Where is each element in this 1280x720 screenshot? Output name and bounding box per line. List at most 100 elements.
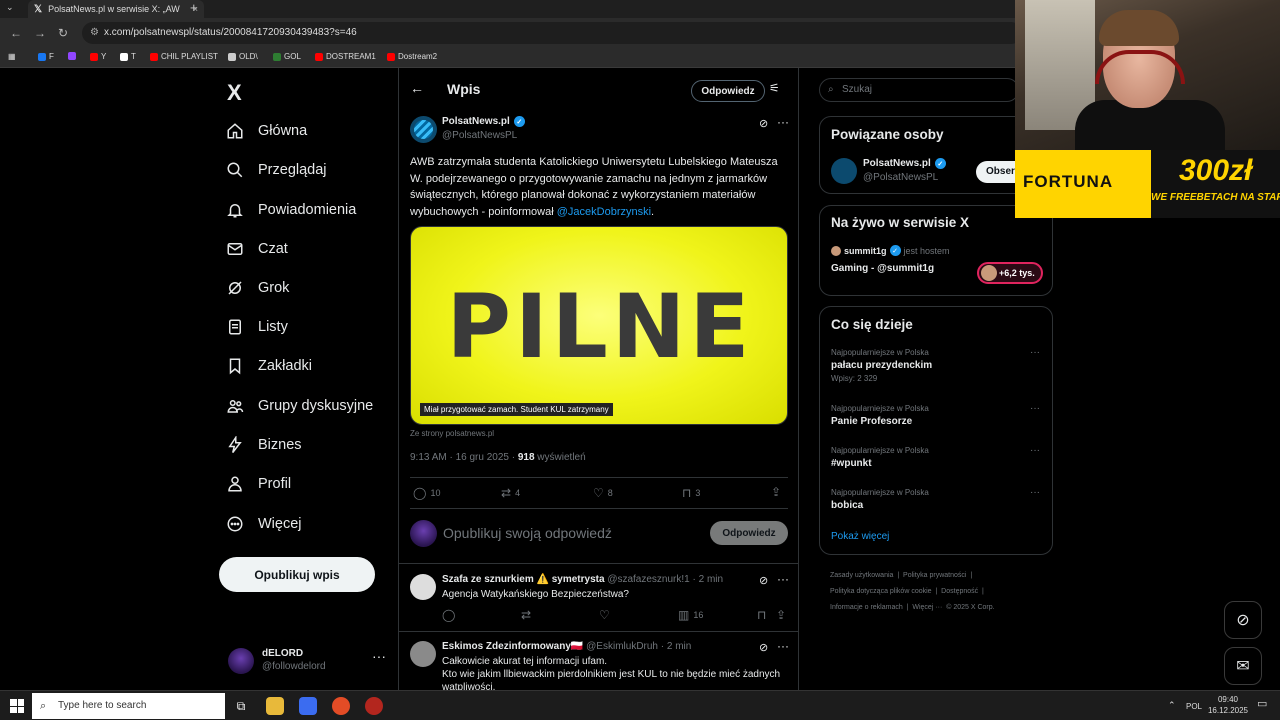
nav-business[interactable]: Biznes — [226, 430, 302, 460]
bookmark-item[interactable]: GOL — [273, 52, 301, 61]
search-input[interactable]: ⌕ Szukaj — [819, 78, 1019, 102]
more-dots-icon[interactable]: ··· — [372, 648, 386, 664]
footer-link[interactable]: Zasady użytkowania — [830, 572, 893, 579]
reply-author[interactable]: Eskimos Zdezinformowany🇵🇱 @EskimlukDruh … — [442, 641, 691, 652]
bookmark-item[interactable]: Y — [90, 52, 106, 61]
account-switcher[interactable]: dELORD @followdelord ··· — [228, 646, 388, 680]
nav-bookmarks[interactable]: Zakładki — [226, 351, 312, 381]
bookmark-item[interactable]: T — [120, 52, 136, 61]
more-dots-icon[interactable]: ··· — [1030, 347, 1040, 358]
more-dots-icon[interactable]: ··· — [777, 572, 789, 586]
post-button[interactable]: Opublikuj wpis — [219, 557, 375, 592]
x-logo-icon[interactable]: X — [227, 80, 242, 106]
bookmark-action[interactable]: ⊓ — [757, 608, 766, 622]
file-explorer-icon[interactable] — [266, 697, 284, 715]
author-avatar[interactable] — [410, 116, 437, 143]
related-handle[interactable]: @PolsatNewsPL — [863, 172, 938, 183]
views-action[interactable]: ▥ 16 — [678, 608, 703, 622]
clock[interactable]: 09:40 16.12.2025 — [1206, 694, 1250, 716]
reply-button[interactable]: Odpowiedz — [691, 80, 765, 102]
share-action[interactable]: ⇪ — [771, 485, 781, 499]
like-action[interactable]: ♡ 8 — [593, 486, 613, 500]
more-dots-icon[interactable]: ··· — [777, 115, 789, 129]
trend-item[interactable]: Najpopularniejsze w Polska Panie Profeso… — [831, 404, 929, 427]
bookmark-item[interactable]: DOSTREAM1 — [315, 52, 376, 61]
app-icon[interactable] — [299, 697, 317, 715]
reply-action[interactable]: ◯ 10 — [413, 486, 440, 500]
live-listeners-badge[interactable]: +6,2 tys. — [977, 262, 1043, 284]
forward-icon[interactable]: → — [34, 26, 46, 40]
chrome-icon[interactable] — [332, 697, 350, 715]
apps-icon[interactable]: ▦ — [8, 52, 16, 61]
footer-link[interactable]: Informacje o reklamach — [830, 604, 903, 611]
footer-link[interactable]: Polityka dotycząca plików cookie — [830, 588, 932, 595]
notifications-icon[interactable]: ▭ — [1257, 699, 1267, 710]
show-more-link[interactable]: Pokaż więcej — [831, 531, 889, 542]
task-view-icon[interactable]: ⧉ — [232, 697, 250, 715]
footer-link[interactable]: Polityka prywatności — [903, 572, 966, 579]
bookmark-item[interactable]: OLD\ — [228, 52, 258, 61]
repost-action[interactable]: ⇄ 4 — [501, 486, 520, 500]
taskbar-search-input[interactable]: ⌕ Type here to search — [32, 693, 225, 719]
like-action[interactable]: ♡ — [599, 608, 610, 622]
avatar[interactable] — [831, 158, 857, 184]
back-icon[interactable]: ← — [10, 26, 22, 40]
grok-icon[interactable]: ⊘ — [759, 117, 768, 130]
live-space-title[interactable]: Gaming - @summit1g — [831, 263, 934, 274]
reply-action[interactable]: ◯ — [442, 608, 455, 622]
bookmark-item[interactable]: CHIL PLAYLIST — [150, 52, 218, 61]
grok-icon[interactable]: ⊘ — [759, 574, 768, 587]
live-host[interactable]: summit1g ✓ jest hostem — [831, 245, 950, 256]
tray-chevron-icon[interactable]: ⌃ — [1168, 700, 1176, 711]
grok-icon[interactable]: ⊘ — [759, 641, 768, 654]
nav-explore[interactable]: Przeglądaj — [226, 155, 327, 185]
bookmark-item[interactable]: F — [38, 52, 54, 61]
new-tab-button[interactable]: + — [190, 0, 198, 18]
browser-tab[interactable]: 𝕏 PolsatNews.pl w serwisie X: „AW × — [28, 0, 204, 18]
trend-item[interactable]: Najpopularniejsze w Polska pałacu prezyd… — [831, 348, 932, 383]
windows-start-icon[interactable] — [10, 699, 24, 713]
related-name[interactable]: PolsatNews.pl ✓ — [863, 158, 946, 169]
author-name[interactable]: PolsatNews.pl ✓ — [442, 116, 525, 127]
repost-action[interactable]: ⇄ — [521, 608, 531, 622]
footer-link[interactable]: Więcej ··· — [912, 604, 942, 611]
nav-communities[interactable]: Grupy dyskusyjne — [226, 391, 373, 421]
more-dots-icon[interactable]: ··· — [1030, 403, 1040, 414]
nav-chat[interactable]: Czat — [226, 234, 288, 264]
more-dots-icon[interactable]: ··· — [1030, 445, 1040, 456]
mention-link[interactable]: @JacekDobrzynski — [557, 206, 651, 218]
nav-home[interactable]: Główna — [226, 116, 307, 146]
url-field[interactable]: ⚙ x.com/polsatnewspl/status/200084172093… — [82, 22, 1022, 44]
nav-more[interactable]: Więcej — [226, 509, 302, 539]
submit-reply-button[interactable]: Odpowiedz — [710, 521, 788, 545]
app-icon[interactable] — [365, 697, 383, 715]
reply-author[interactable]: Szafa ze sznurkiem ⚠️ symetrysta @szafaz… — [442, 574, 723, 585]
share-action[interactable]: ⇪ — [776, 608, 786, 622]
messages-fab-icon[interactable]: ✉ — [1224, 647, 1262, 685]
avatar[interactable] — [410, 574, 436, 600]
more-dots-icon[interactable]: ··· — [1030, 487, 1040, 498]
nav-profile[interactable]: Profil — [226, 469, 291, 499]
link-source[interactable]: Ze strony polsatnews.pl — [410, 429, 494, 438]
grok-fab-icon[interactable]: ⊘ — [1224, 601, 1262, 639]
bookmark-item[interactable] — [68, 52, 79, 60]
author-handle[interactable]: @PolsatNewsPL — [442, 130, 517, 141]
nav-lists[interactable]: Listy — [226, 312, 288, 342]
sliders-icon[interactable]: ⚟ — [769, 81, 780, 95]
post-image[interactable]: PILNE Miał przygotować zamach. Student K… — [410, 226, 788, 425]
site-info-icon[interactable]: ⚙ — [90, 22, 99, 44]
back-arrow-icon[interactable]: ← — [410, 80, 424, 96]
nav-grok[interactable]: Grok — [226, 273, 289, 303]
more-dots-icon[interactable]: ··· — [777, 639, 789, 653]
reply-input[interactable]: Opublikuj swoją odpowiedź — [443, 525, 612, 541]
reload-icon[interactable]: ↻ — [58, 26, 68, 40]
bookmark-action[interactable]: ⊓ 3 — [682, 486, 700, 500]
trend-item[interactable]: Najpopularniejsze w Polska bobica — [831, 488, 929, 511]
footer-link[interactable]: Dostępność — [941, 588, 978, 595]
language-indicator[interactable]: POL — [1186, 701, 1202, 712]
nav-notifications[interactable]: Powiadomienia — [226, 195, 356, 225]
trend-item[interactable]: Najpopularniejsze w Polska #wpunkt — [831, 446, 929, 469]
tab-search-icon[interactable]: ⌄ — [6, 2, 20, 16]
avatar[interactable] — [410, 641, 436, 667]
bookmark-item[interactable]: Dostream2 — [387, 52, 437, 61]
